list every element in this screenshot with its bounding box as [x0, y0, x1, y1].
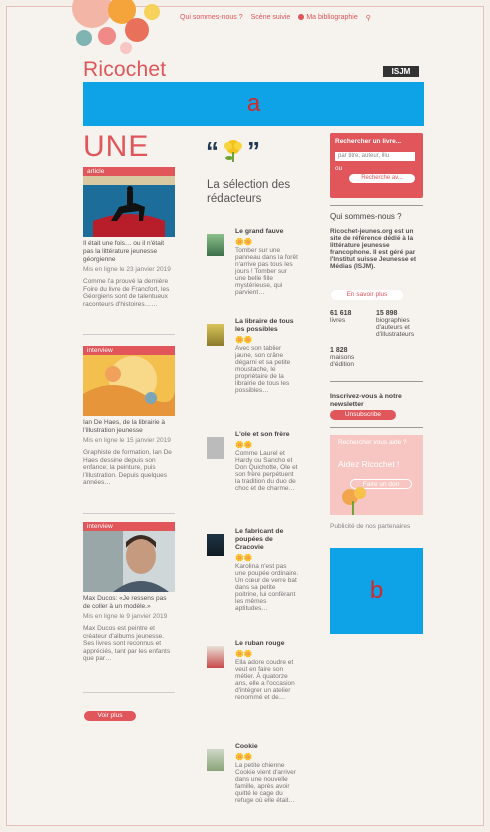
card-tag: article — [83, 167, 175, 176]
card-tag: interview — [83, 346, 175, 355]
une-card[interactable]: interview Ian De Haes, de la librairie à… — [83, 346, 175, 487]
stat-value: 15 898 — [376, 310, 398, 317]
card-image: interview — [83, 522, 175, 592]
book-cover — [207, 437, 224, 459]
item-title[interactable]: Le grand fauve — [235, 228, 299, 236]
nav-who[interactable]: Qui sommes-nous ? — [180, 14, 243, 22]
item-title[interactable]: L'ole et son frère — [235, 431, 299, 439]
book-cover — [207, 646, 224, 668]
or-label: ou — [335, 165, 343, 172]
une-card[interactable]: interview Max Ducos: «Je ressens pas de … — [83, 522, 175, 663]
site-logo[interactable]: Ricochet — [83, 58, 166, 82]
divider — [330, 205, 423, 206]
more-button[interactable]: Voir plus — [84, 711, 136, 721]
card-description: Max Ducos est peintre et créateur d'albu… — [83, 625, 171, 662]
book-cover — [207, 324, 224, 346]
item-description: Tomber sur une panneau dans la forêt n'a… — [235, 247, 298, 296]
selection-title: La sélection des rédacteurs — [207, 179, 291, 205]
stat-books: 61 618 livres — [330, 310, 370, 324]
ad-banner-side[interactable]: b — [330, 548, 423, 634]
rating-flowers: 🌼🌼 — [235, 555, 253, 562]
stat-value: 1 828 — [330, 347, 348, 354]
card-image: article — [83, 167, 175, 237]
bookmark-icon — [298, 14, 305, 21]
divider — [330, 381, 423, 382]
book-cover — [207, 234, 224, 256]
quote-header: “ ” — [206, 138, 260, 164]
who-title: Qui sommes-nous ? — [330, 212, 402, 221]
item-title[interactable]: Cookie — [235, 743, 299, 751]
ad-banner-top[interactable]: a — [83, 82, 424, 126]
nav-bibliography-label: Ma bibliographie — [306, 14, 358, 21]
donation-prompt: Rechercher vous aide ? — [338, 439, 407, 446]
rating-flowers: 🌼🌼 — [235, 337, 253, 344]
page-frame — [6, 6, 484, 826]
flower-icon — [224, 140, 242, 162]
card-title[interactable]: Max Ducos: «Je ressens pas de coller à u… — [83, 595, 175, 611]
open-quote-icon: “ — [206, 136, 219, 166]
search-input[interactable]: par titre, auteur, illu — [335, 152, 415, 161]
newsletter-label: Inscrivez-vous à notre newsletter — [330, 393, 402, 408]
stat-biographies: 15 898 biographies d'auteurs et d'illust… — [376, 310, 426, 338]
book-cover — [207, 534, 224, 556]
partner-badge[interactable]: ISJM — [383, 66, 419, 77]
card-tag: interview — [83, 522, 175, 531]
ads-label: Publicité de nos partenaires — [330, 523, 411, 530]
who-description: Ricochet-jeunes.org est un site de référ… — [330, 228, 417, 270]
rating-flowers: 🌼🌼 — [235, 754, 253, 761]
item-title[interactable]: La libraire de tous les possibles — [235, 318, 299, 334]
stat-label: maisons d'édition — [330, 354, 355, 368]
rating-flowers: 🌼🌼 — [235, 239, 253, 246]
item-title[interactable]: Le ruban rouge — [235, 640, 299, 648]
item-description: Avec son tablier jaune, son crâne dégarn… — [235, 345, 291, 394]
close-quote-icon: ” — [247, 136, 260, 166]
stat-value: 61 618 — [330, 310, 352, 317]
stat-label: livres — [330, 317, 346, 324]
card-title[interactable]: Ian De Haes, de la librairie à l'illustr… — [83, 419, 175, 435]
une-heading: UNE — [83, 130, 150, 163]
item-description: La petite chienne Cookie vient d'arriver… — [235, 762, 296, 804]
flower-decoration — [72, 0, 160, 54]
divider — [83, 513, 175, 514]
card-title[interactable]: Il était une fois… ou il n'était pas la … — [83, 240, 175, 264]
portrait-photo — [83, 522, 175, 592]
subscribe-button[interactable]: Unsubscribe — [330, 410, 396, 420]
item-title[interactable]: Le fabricant de poupées de Cracovie — [235, 528, 299, 552]
rating-flowers: 🌼🌼 — [235, 651, 253, 658]
learn-more-button[interactable]: En savoir plus — [331, 290, 403, 300]
divider — [83, 692, 175, 693]
stat-label: biographies d'auteurs et d'illustrateurs — [376, 317, 415, 338]
search-box: Rechercher un livre... par titre, auteur… — [330, 133, 423, 198]
card-description: Graphiste de formation, Ian De Haes dess… — [83, 449, 172, 486]
item-description: Karolina n'est pas une poupée ordinaire.… — [235, 563, 299, 612]
card-date: Mis en ligne le 23 janvier 2019 — [83, 266, 171, 273]
donation-box: Rechercher vous aide ? Aidez Ricochet ! … — [330, 435, 423, 515]
card-image: interview — [83, 346, 175, 416]
illustration-image — [83, 346, 175, 416]
divider — [330, 427, 423, 428]
item-description: Comme Laurel et Hardy ou Sancho et Don Q… — [235, 450, 298, 492]
nav-scene[interactable]: Scène suivie — [251, 14, 291, 22]
flower-icon — [342, 487, 366, 515]
book-cover — [207, 749, 224, 771]
donation-heading: Aidez Ricochet ! — [338, 459, 400, 469]
advanced-search-button[interactable]: Recherche av... — [349, 174, 415, 183]
search-icon[interactable]: ⚲ — [366, 14, 371, 22]
item-description: Ella adore coudre et veut en faire son m… — [235, 659, 295, 701]
divider — [83, 334, 175, 335]
une-card[interactable]: article Il était une fois… ou il n'était… — [83, 167, 175, 308]
rating-flowers: 🌼🌼 — [235, 442, 253, 449]
nav-bibliography[interactable]: Ma bibliographie — [298, 14, 358, 22]
search-title: Rechercher un livre... — [335, 138, 402, 145]
horse-rider-illustration — [83, 167, 175, 237]
top-navigation: Qui sommes-nous ? Scène suivie Ma biblio… — [180, 14, 371, 22]
card-date: Mis en ligne le 15 janvier 2019 — [83, 437, 171, 444]
card-date: Mis en ligne le 9 janvier 2019 — [83, 613, 168, 620]
stat-publishers: 1 828 maisons d'édition — [330, 347, 380, 368]
card-description: Comme l'a prouvé la dernière Foire du li… — [83, 278, 170, 308]
